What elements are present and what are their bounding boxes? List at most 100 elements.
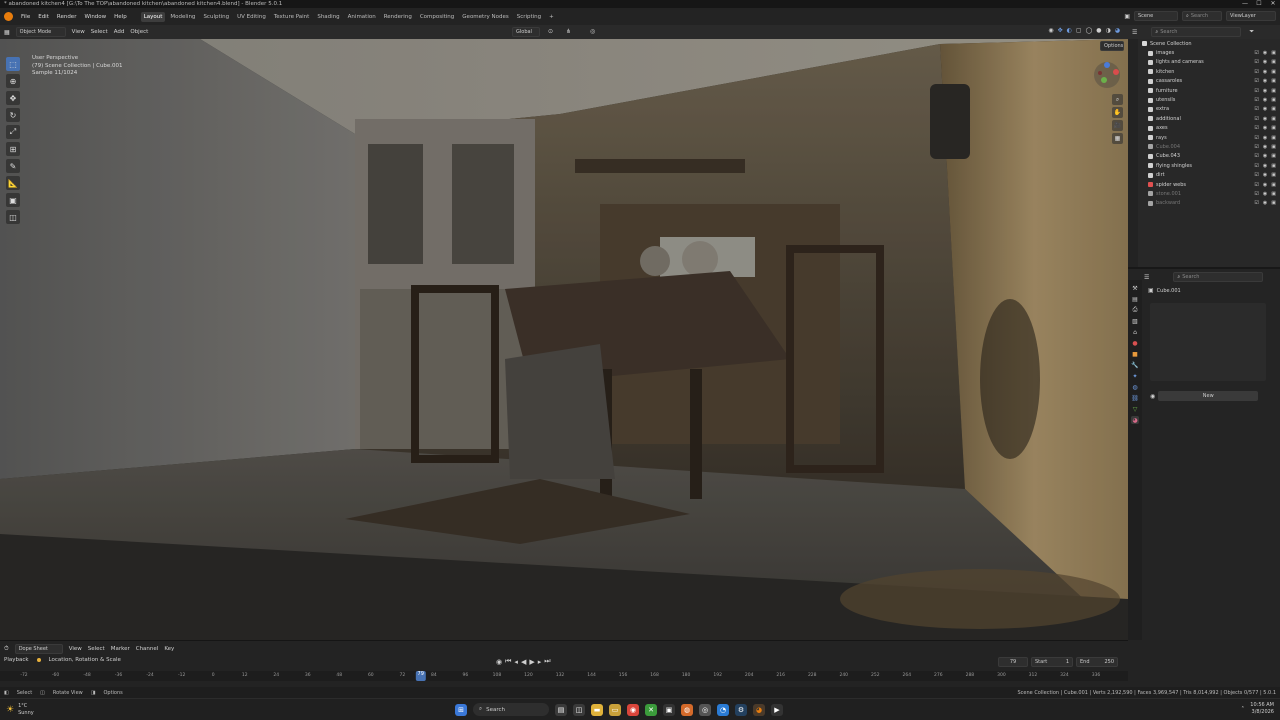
- checkbox-icon[interactable]: ☑: [1254, 106, 1258, 112]
- scale-icon[interactable]: ⤢: [6, 125, 20, 139]
- timeline-editor-icon[interactable]: ⏱: [4, 645, 9, 653]
- tab-compositing[interactable]: Compositing: [417, 12, 457, 22]
- camera-icon[interactable]: ▣: [1271, 172, 1276, 178]
- camera-icon[interactable]: ▣: [1271, 125, 1276, 131]
- eye-icon[interactable]: ◉: [1263, 153, 1267, 159]
- new-material-button[interactable]: New: [1158, 391, 1259, 401]
- menu-window[interactable]: Window: [84, 14, 106, 20]
- view-layer-tab-icon[interactable]: ▧: [1131, 317, 1139, 325]
- shading-wireframe-icon[interactable]: ◯: [1086, 27, 1093, 34]
- add-cube-icon[interactable]: ▣: [6, 193, 20, 207]
- gizmo-toggle-icon[interactable]: ✥: [1058, 27, 1063, 34]
- eye-icon[interactable]: ◉: [1263, 88, 1267, 94]
- camera-icon[interactable]: ▣: [1271, 144, 1276, 150]
- modifier-tab-icon[interactable]: 🔧: [1131, 361, 1139, 369]
- menu-object[interactable]: Object: [130, 29, 148, 35]
- menu-file[interactable]: File: [21, 14, 30, 20]
- xray-icon[interactable]: ▢: [1076, 27, 1082, 34]
- outliner-item[interactable]: Cube.043 ☑ ◉ ▣: [1138, 152, 1280, 161]
- outliner-item[interactable]: stone.001 ☑ ◉ ▣: [1138, 189, 1280, 198]
- material-slots-list[interactable]: [1150, 303, 1266, 381]
- pan-hand-icon[interactable]: ✋: [1112, 107, 1123, 118]
- end-frame-field[interactable]: End 250: [1076, 657, 1118, 667]
- editor-mode-selector[interactable]: Dope Sheet: [14, 644, 63, 654]
- camera-icon[interactable]: ▣: [1271, 59, 1276, 65]
- timeline-menu-select[interactable]: Select: [88, 646, 105, 652]
- next-key-icon[interactable]: ▸: [538, 658, 542, 666]
- particles-tab-icon[interactable]: ✦: [1131, 372, 1139, 380]
- tab-scripting[interactable]: Scripting: [514, 12, 544, 22]
- zoom-icon[interactable]: ⌕: [1112, 94, 1123, 105]
- eye-icon[interactable]: ◉: [1263, 97, 1267, 103]
- eye-icon[interactable]: ◉: [1263, 163, 1267, 169]
- eye-icon[interactable]: ◉: [1263, 106, 1267, 112]
- timeline-menu-view[interactable]: View: [69, 646, 82, 652]
- eye-icon[interactable]: ◉: [1263, 191, 1267, 197]
- properties-editor-icon[interactable]: ☰: [1144, 274, 1149, 281]
- tab-shading[interactable]: Shading: [314, 12, 342, 22]
- camera-icon[interactable]: ▣: [1271, 191, 1276, 197]
- widgets-icon[interactable]: ▤: [555, 703, 567, 716]
- tray-chevron-icon[interactable]: ˄: [1241, 706, 1244, 713]
- visibility-icon[interactable]: ◉: [1048, 27, 1053, 34]
- checkbox-icon[interactable]: ☑: [1254, 172, 1258, 178]
- snap-icon[interactable]: ⋔: [566, 28, 571, 35]
- menu-view[interactable]: View: [72, 29, 85, 35]
- camera-view-icon[interactable]: 🎥: [1112, 120, 1123, 131]
- start-frame-field[interactable]: Start 1: [1031, 657, 1073, 667]
- camera-icon[interactable]: ▣: [1271, 200, 1276, 206]
- checkbox-icon[interactable]: ☑: [1254, 200, 1258, 206]
- jump-end-icon[interactable]: ⏭: [544, 657, 550, 666]
- minimize-button[interactable]: —: [1238, 0, 1252, 7]
- windows-start-icon[interactable]: ⊞: [455, 703, 467, 716]
- task-view-icon[interactable]: ◫: [573, 703, 585, 716]
- navigation-gizmo[interactable]: [1092, 60, 1122, 90]
- play-reverse-icon[interactable]: ◀: [521, 658, 526, 666]
- camera-icon[interactable]: ▣: [1271, 97, 1276, 103]
- select-box-icon[interactable]: ⬚: [6, 57, 20, 71]
- view-layer-selector[interactable]: ViewLayer: [1226, 11, 1276, 21]
- outliner-item[interactable]: flying shingles ☑ ◉ ▣: [1138, 161, 1280, 170]
- menu-edit[interactable]: Edit: [38, 14, 49, 20]
- maximize-button[interactable]: ☐: [1252, 0, 1266, 7]
- camera-icon[interactable]: ▣: [1271, 106, 1276, 112]
- folder-icon[interactable]: ▭: [609, 703, 621, 716]
- playback-menu[interactable]: Playback: [4, 657, 29, 663]
- proportional-edit-icon[interactable]: ◎: [590, 28, 595, 35]
- checkbox-icon[interactable]: ☑: [1254, 69, 1258, 75]
- eye-icon[interactable]: ◉: [1263, 78, 1267, 84]
- file-explorer-icon[interactable]: ▬: [591, 703, 603, 716]
- scene-selector[interactable]: Scene: [1134, 11, 1178, 21]
- checkbox-icon[interactable]: ☑: [1254, 182, 1258, 188]
- chrome-icon[interactable]: ◉: [627, 703, 639, 716]
- eye-icon[interactable]: ◉: [1263, 50, 1267, 56]
- camera-icon[interactable]: ▣: [1271, 163, 1276, 169]
- camera-icon[interactable]: ▣: [1271, 116, 1276, 122]
- outliner-item[interactable]: lights and cameras ☑ ◉ ▣: [1138, 58, 1280, 67]
- eye-icon[interactable]: ◉: [1263, 200, 1267, 206]
- physics-tab-icon[interactable]: ◍: [1131, 383, 1139, 391]
- frame-ruler[interactable]: -72 -60 -48 -36 -24 -12 0 12 24 36 48 60 72 84 96 108 12…: [0, 671, 1128, 681]
- camera-icon[interactable]: ▣: [1271, 78, 1276, 84]
- edge-icon[interactable]: ◔: [717, 703, 729, 716]
- tab-sculpting[interactable]: Sculpting: [200, 12, 232, 22]
- 3d-viewport[interactable]: User Perspective (79) Scene Collection |…: [0, 39, 1128, 640]
- output-tab-icon[interactable]: ⎙: [1131, 306, 1139, 314]
- timeline-menu-key[interactable]: Key: [164, 646, 174, 652]
- menu-help[interactable]: Help: [114, 14, 127, 20]
- playhead[interactable]: 79: [415, 671, 426, 681]
- measure-icon[interactable]: 📐: [6, 176, 20, 190]
- tab-modeling[interactable]: Modeling: [167, 12, 198, 22]
- rotate-icon[interactable]: ↻: [6, 108, 20, 122]
- eye-icon[interactable]: ◉: [1263, 182, 1267, 188]
- eye-icon[interactable]: ◉: [1263, 144, 1267, 150]
- tool-tab-icon[interactable]: ⚒: [1131, 284, 1139, 292]
- cursor-icon[interactable]: ⊕: [6, 74, 20, 88]
- filter-icon[interactable]: ⏷: [1249, 28, 1254, 36]
- camera-icon[interactable]: ▣: [1271, 153, 1276, 159]
- app-grey-icon[interactable]: ◎: [699, 703, 711, 716]
- xbox-icon[interactable]: ✕: [645, 703, 657, 716]
- outliner-item[interactable]: Cube.004 ☑ ◉ ▣: [1138, 142, 1280, 151]
- pivot-icon[interactable]: ⊙: [548, 28, 553, 35]
- outliner-editor-icon[interactable]: ☰: [1132, 29, 1137, 36]
